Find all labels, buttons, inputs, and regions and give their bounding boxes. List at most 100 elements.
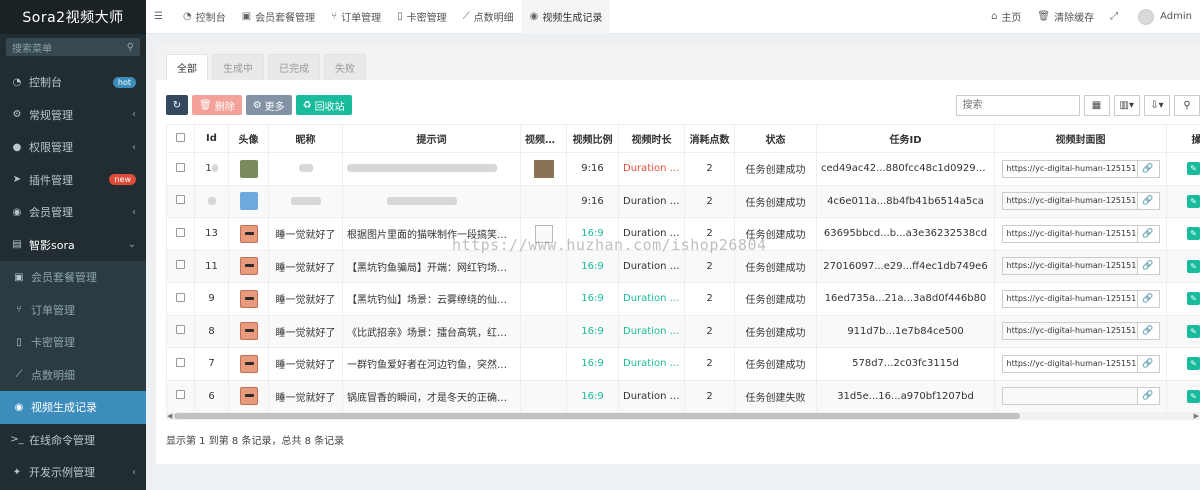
cover-url-field[interactable]: https://yc-digital-human-1251511393 [1001,289,1138,308]
cell-prompt [342,184,521,218]
cell-video-image [520,184,567,218]
sidebar-search[interactable]: 搜索菜单 ⚲ [6,38,140,56]
sidebar-toggle[interactable]: ☰ [146,0,175,34]
fullscreen-button[interactable]: ⤢ [1102,0,1130,34]
cell-video-image [520,379,567,413]
tab-points[interactable]: ⟋ 点数明细 [455,0,522,34]
column-header[interactable]: Id [194,124,229,153]
edit-button[interactable]: ✎ [1187,324,1200,338]
sidebar-item-commands[interactable]: >_ 在线命令管理 [0,424,146,457]
more-button[interactable]: ⚙ 更多 [245,95,292,115]
toggle-view-button[interactable]: ▦ [1083,95,1110,116]
link-button[interactable]: 🔗 [1137,159,1160,178]
tab-completed[interactable]: 已完成 [268,54,320,80]
cell-status: 任务创建成功 [734,282,817,316]
row-checkbox[interactable] [176,292,185,302]
sidebar-item-members[interactable]: ◉ 会员管理 ‹ [0,196,146,229]
sidebar-item-cards[interactable]: ▯ 卡密管理 [0,326,146,359]
cover-url-field[interactable] [1001,387,1138,406]
edit-button[interactable]: ✎ [1187,227,1200,241]
columns-button[interactable]: ▥▾ [1113,95,1140,116]
sidebar-item-points[interactable]: ⟋ 点数明细 [0,358,146,391]
edit-button[interactable]: ✎ [1187,292,1200,306]
tab-dashboard[interactable]: ◔ 控制台 [175,0,234,34]
sidebar-item-orders[interactable]: ⑂ 订单管理 [0,293,146,326]
link-icon: 🔗 [1142,261,1154,272]
edit-button[interactable]: ✎ [1187,162,1200,176]
row-checkbox[interactable] [176,195,185,205]
search-input[interactable] [955,95,1080,116]
cover-url-field[interactable]: https://yc-digital-human-1251511393 [1001,224,1138,243]
sidebar-item-examples[interactable]: ✦ 开发示例管理 ‹ [0,456,146,489]
row-checkbox[interactable] [176,390,185,400]
export-button[interactable]: ⇩▾ [1144,95,1170,116]
sidebar-item-video-records[interactable]: ◉ 视频生成记录 [0,391,146,424]
sidebar-search-input[interactable]: 搜索菜单 [12,40,52,55]
cover-url-field[interactable]: https://yc-digital-human-1251511393 [1001,322,1138,341]
sidebar-item-general[interactable]: ⚙ 常规管理 ‹ [0,99,146,132]
row-checkbox[interactable] [176,227,185,237]
sidebar-item-auth[interactable]: ● 权限管理 ‹ [0,131,146,164]
tab-video-records[interactable]: ◉ 视频生成记录 [521,0,611,34]
link-button[interactable]: 🔗 [1137,224,1160,243]
cell-avatar [228,379,269,413]
tab-member-packages[interactable]: ▣ 会员套餐管理 [234,0,323,34]
horizontal-scrollbar[interactable]: ◀ ▶ [166,412,1200,420]
user-menu[interactable]: Admin [1130,0,1200,34]
cover-url-field[interactable]: https://yc-digital-human-1251511393 [1001,159,1138,178]
edit-button[interactable]: ✎ [1187,259,1200,273]
scroll-right-icon[interactable]: ▶ [1194,412,1199,420]
cell-duration: Duration 10 [618,184,685,218]
select-all-checkbox[interactable] [166,124,195,153]
row-checkbox[interactable] [176,357,185,367]
tab-all[interactable]: 全部 [166,54,208,80]
scroll-left-icon[interactable]: ◀ [167,412,172,420]
sidebar-item-label: 订单管理 [31,303,75,317]
link-button[interactable]: 🔗 [1137,354,1160,373]
row-checkbox[interactable] [176,162,185,172]
scroll-thumb[interactable] [174,413,1020,419]
tab-generating[interactable]: 生成中 [212,54,264,80]
status-tabs: 全部 生成中 已完成 失败 [156,44,1200,80]
link-button[interactable]: 🔗 [1137,192,1160,211]
cover-url-field[interactable]: https://yc-digital-human-1251511393 [1001,257,1138,276]
column-header: 视频比例 [566,124,619,153]
sidebar-item-member-packages[interactable]: ▣ 会员套餐管理 [0,261,146,294]
clear-cache-button[interactable]: 🗑 清除缓存 [1029,0,1102,34]
home-icon: ⌂ [991,11,998,22]
search-icon: ⚲ [126,41,134,53]
link-button[interactable]: 🔗 [1137,257,1160,276]
link-button[interactable]: 🔗 [1137,322,1160,341]
edit-button[interactable]: ✎ [1187,194,1200,208]
sidebar: Sora2视频大师 搜索菜单 ⚲ ◔ 控制台 hot ⚙ 常规管理 ‹ ● 权限… [0,0,146,490]
delete-button[interactable]: 🗑 删除 [192,95,242,115]
home-link[interactable]: ⌂ 主页 [983,0,1029,34]
sidebar-item-sora[interactable]: ▤ 智影sora ⌄ [0,229,146,262]
table-row: 6 睡一觉就好了 锅底冒香的瞬间，才是冬天的正确打... 16:9 Durati… [166,379,1200,413]
row-checkbox[interactable] [176,325,185,335]
cell-task-id: 63695bbcd...b...a3e36232538cd [816,217,995,251]
sidebar-item-plugins[interactable]: ➤ 插件管理 new [0,164,146,197]
cell-duration: Duration 25 [618,152,685,186]
checkbox[interactable] [176,132,185,142]
tab-failed[interactable]: 失败 [324,54,366,80]
row-checkbox[interactable] [176,260,185,270]
link-button[interactable]: 🔗 [1137,387,1160,406]
brand-title[interactable]: Sora2视频大师 [0,0,146,34]
advanced-search-button[interactable]: ⚲ [1174,95,1200,116]
cover-url-field[interactable]: https://yc-digital-human-1251511393 [1001,192,1138,211]
avatar [239,159,258,178]
tab-cards[interactable]: ▯ 卡密管理 [389,0,455,34]
cell-task-id: 578d7...2c03fc3115d [816,347,995,381]
edit-button[interactable]: ✎ [1187,389,1200,403]
recycle-bin-button[interactable]: ♻ 回收站 [295,95,352,115]
edit-button[interactable]: ✎ [1187,357,1200,371]
cover-url-field[interactable]: https://yc-digital-human-1251511393 [1001,354,1138,373]
cell-duration: Duration 15 [618,314,685,348]
refresh-button[interactable]: ↻ [166,95,188,115]
sidebar-item-label: 开发示例管理 [29,466,95,480]
tab-orders[interactable]: ⑂ 订单管理 [323,0,389,34]
video-thumbnail[interactable] [533,159,554,178]
sidebar-item-dashboard[interactable]: ◔ 控制台 hot [0,66,146,99]
link-button[interactable]: 🔗 [1137,289,1160,308]
